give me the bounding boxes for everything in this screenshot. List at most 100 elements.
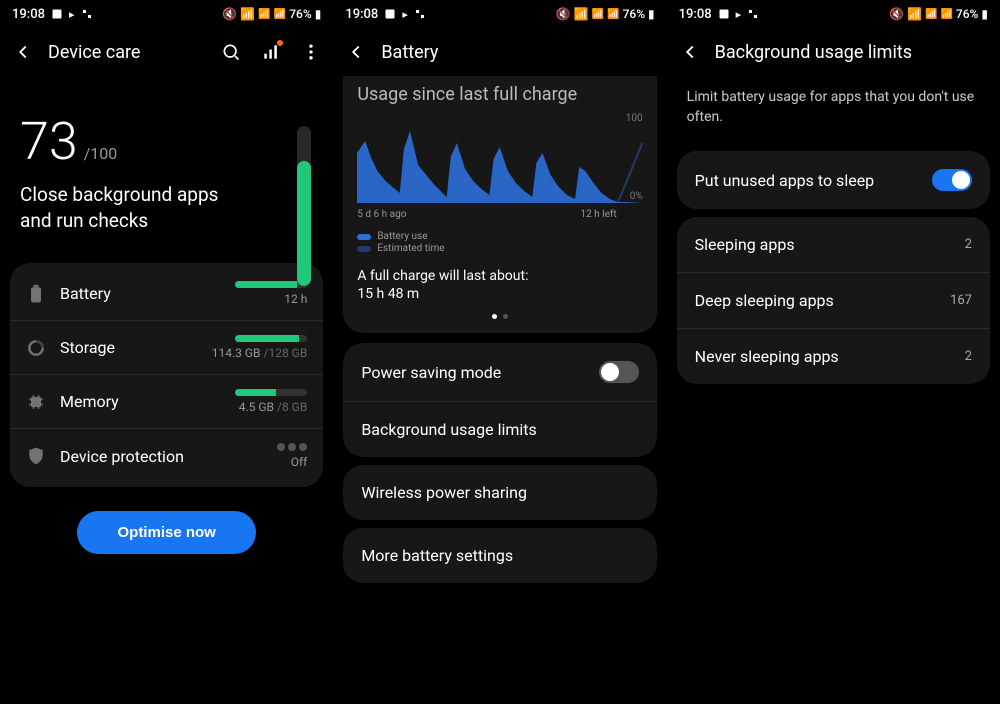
- screen-bg-limits: 19:08 ▸ 🔇 📶 📶 📶 76% ▮ Background usage l…: [667, 0, 1000, 704]
- status-bar: 19:08 ▸ 🔇 📶 📶 📶 76% ▮: [333, 0, 666, 28]
- pager-dot-1[interactable]: [492, 314, 497, 319]
- transfer-icon: [414, 8, 426, 20]
- mute-icon: 🔇: [556, 7, 571, 21]
- never-sleeping-row[interactable]: Never sleeping apps 2: [677, 329, 990, 384]
- battery-value: 12 h: [284, 292, 307, 306]
- battery-icon: ▮: [648, 7, 655, 21]
- page-title: Device care: [48, 42, 207, 63]
- never-sleeping-count: 2: [965, 349, 972, 364]
- notification-dot: [277, 40, 283, 46]
- status-clock: 19:08: [679, 7, 712, 22]
- sleep-toggle[interactable]: [932, 169, 972, 191]
- battery-chart: [357, 113, 642, 203]
- optimise-button[interactable]: Optimise now: [77, 511, 255, 554]
- protection-value: Off: [291, 455, 308, 469]
- app-header: Device care: [0, 28, 333, 76]
- wireless-card: Wireless power sharing: [343, 465, 656, 520]
- more-label: More battery settings: [361, 546, 638, 565]
- chart-title: Usage since last full charge: [357, 84, 642, 105]
- signal-icon-1: 📶: [592, 9, 604, 20]
- signal-icon-1: 📶: [925, 9, 937, 20]
- shield-icon: [26, 446, 46, 466]
- protection-row[interactable]: Device protection Off: [10, 429, 323, 483]
- sleep-toggle-row[interactable]: Put unused apps to sleep: [677, 151, 990, 209]
- chart-area: 100 0% 5 d 6 h ago 12 h left: [357, 113, 642, 223]
- storage-row[interactable]: Storage 114.3 GB /128 GB: [10, 321, 323, 375]
- score-section: 73 /100 Close background apps and run ch…: [0, 76, 333, 253]
- protection-label: Device protection: [60, 447, 263, 466]
- wifi-icon: 📶: [240, 7, 255, 21]
- battery-label: Battery: [60, 284, 221, 303]
- battery-pct: 76%: [623, 7, 645, 21]
- never-sleeping-label: Never sleeping apps: [695, 347, 965, 366]
- legend-swatch-1: [357, 234, 371, 240]
- status-extra-icon: ▸: [402, 8, 408, 21]
- memory-value: 4.5 GB /8 GB: [239, 400, 308, 414]
- legend-2: Estimated time: [377, 243, 444, 254]
- chart-legend: Battery use Estimated time: [357, 231, 642, 254]
- sleeping-apps-row[interactable]: Sleeping apps 2: [677, 217, 990, 273]
- mute-icon: 🔇: [222, 7, 237, 21]
- charge-estimate-label: A full charge will last about:: [357, 268, 642, 284]
- more-settings-row[interactable]: More battery settings: [343, 528, 656, 583]
- storage-bar: [235, 335, 307, 342]
- deep-sleeping-count: 167: [950, 293, 972, 308]
- battery-icon: [26, 284, 46, 304]
- status-bar: 19:08 ▸ 🔇 📶 📶 📶 76% ▮: [667, 0, 1000, 28]
- battery-row[interactable]: Battery 12 h: [10, 267, 323, 321]
- bg-limits-row[interactable]: Background usage limits: [343, 402, 656, 457]
- status-clock: 19:08: [345, 7, 378, 22]
- screen-device-care: 19:08 ▸ 🔇 📶 📶 📶 76% ▮ Device care 7: [0, 0, 333, 704]
- status-clock: 19:08: [12, 7, 45, 22]
- signal-icon-2: 📶: [940, 9, 952, 20]
- back-icon[interactable]: [345, 41, 367, 63]
- status-bar: 19:08 ▸ 🔇 📶 📶 📶 76% ▮: [0, 0, 333, 28]
- battery-bar: [235, 281, 307, 288]
- search-icon[interactable]: [221, 42, 241, 62]
- battery-icon: ▮: [981, 7, 988, 21]
- page-description: Limit battery usage for apps that you do…: [667, 76, 1000, 143]
- score-value: 73: [20, 116, 78, 168]
- sleeping-apps-count: 2: [965, 237, 972, 252]
- deep-sleeping-row[interactable]: Deep sleeping apps 167: [677, 273, 990, 329]
- wireless-label: Wireless power sharing: [361, 483, 638, 502]
- score-bar: [297, 126, 311, 286]
- chart-y-0: 0%: [630, 191, 643, 202]
- battery-icon: ▮: [315, 7, 322, 21]
- power-saving-row[interactable]: Power saving mode: [343, 343, 656, 402]
- memory-bar: [235, 389, 307, 396]
- sleep-toggle-card: Put unused apps to sleep: [677, 151, 990, 209]
- sleeping-apps-label: Sleeping apps: [695, 235, 965, 254]
- more-icon[interactable]: [301, 42, 321, 62]
- chart-icon[interactable]: [261, 42, 281, 62]
- battery-pct: 76%: [956, 7, 978, 21]
- battery-pct: 76%: [289, 7, 311, 21]
- charge-estimate-value: 15 h 48 m: [357, 286, 642, 302]
- memory-icon: [26, 392, 46, 412]
- power-saving-toggle[interactable]: [599, 361, 639, 383]
- page-title: Battery: [381, 42, 654, 63]
- back-icon[interactable]: [12, 41, 34, 63]
- back-icon[interactable]: [679, 41, 701, 63]
- transfer-icon: [747, 8, 759, 20]
- storage-label: Storage: [60, 338, 198, 357]
- app-header: Battery: [333, 28, 666, 76]
- wifi-icon: 📶: [574, 7, 589, 21]
- chart-x-left: 5 d 6 h ago: [357, 209, 406, 220]
- power-settings-card: Power saving mode Background usage limit…: [343, 343, 656, 457]
- usage-chart-card[interactable]: Usage since last full charge 100 0% 5 d …: [343, 76, 656, 333]
- gallery-icon: [51, 8, 63, 20]
- storage-value: 114.3 GB /128 GB: [212, 346, 308, 360]
- memory-label: Memory: [60, 392, 221, 411]
- app-header: Background usage limits: [667, 28, 1000, 76]
- sleep-toggle-label: Put unused apps to sleep: [695, 171, 932, 190]
- memory-row[interactable]: Memory 4.5 GB /8 GB: [10, 375, 323, 429]
- status-extra-icon: ▸: [69, 8, 75, 21]
- storage-icon: [26, 338, 46, 358]
- page-title: Background usage limits: [715, 42, 988, 63]
- pager-dot-2[interactable]: [503, 314, 508, 319]
- wireless-sharing-row[interactable]: Wireless power sharing: [343, 465, 656, 520]
- chart-x-right: 12 h left: [580, 209, 616, 220]
- gallery-icon: [718, 8, 730, 20]
- protection-dots: [277, 443, 307, 451]
